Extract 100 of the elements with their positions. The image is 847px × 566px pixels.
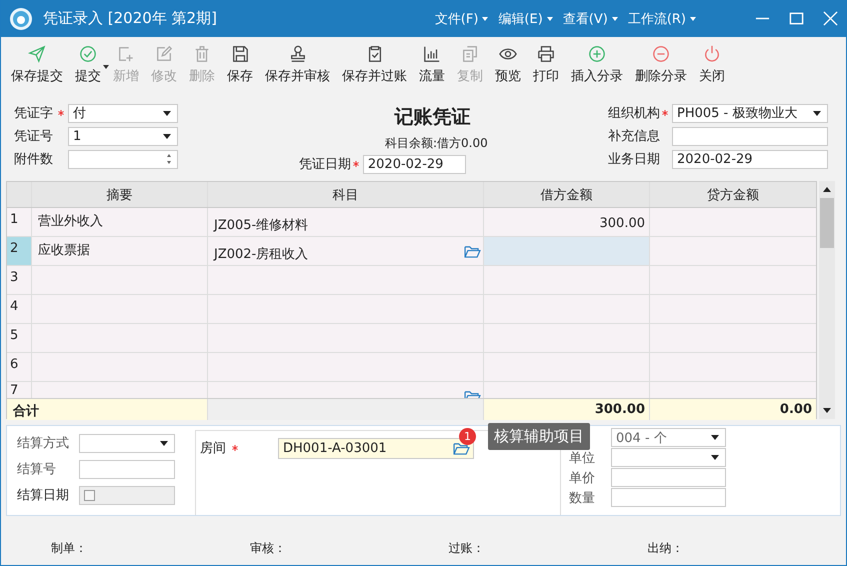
folder-icon[interactable] xyxy=(464,245,481,258)
required-icon xyxy=(58,110,64,116)
maximize-icon[interactable] xyxy=(789,11,804,26)
toolbar-button[interactable]: 关闭 xyxy=(693,45,731,85)
scrollbar[interactable] xyxy=(819,181,835,419)
scrollbar-thumb[interactable] xyxy=(820,198,834,248)
menu-item[interactable]: 工作流(R) xyxy=(626,10,688,28)
field-label: 凭证号 xyxy=(14,128,54,145)
toolbar-button[interactable]: 保存 xyxy=(221,45,259,85)
toolbar-button[interactable]: 插入分录 xyxy=(565,45,629,85)
close-icon[interactable] xyxy=(823,11,838,26)
minus-circle-icon xyxy=(652,45,670,63)
tooltip: 核算辅助项目 xyxy=(488,423,590,450)
save-icon xyxy=(231,45,249,63)
toolbar-button[interactable]: 删除分录 xyxy=(629,45,693,85)
dropdown[interactable]: PH005 - 极致物业大 xyxy=(672,104,828,122)
field-label: 附件数 xyxy=(14,151,54,168)
bar-chart-icon xyxy=(423,45,441,63)
signature-label: 过账： xyxy=(448,540,486,557)
caret-icon xyxy=(612,16,618,20)
field-label: 数量 xyxy=(569,490,596,506)
total-credit: 0.00 xyxy=(778,401,813,419)
toolbar-button[interactable]: 保存并审核 xyxy=(259,45,336,85)
checkbox[interactable] xyxy=(84,490,95,500)
column-header[interactable]: 借方金额 xyxy=(484,182,650,207)
balance-text: 科目余额:借方0.00 xyxy=(385,135,488,152)
notification-badge: 1 xyxy=(459,428,476,445)
table-cell-text: JZ002-房租收入 xyxy=(214,246,308,263)
window-title: 凭证录入 [2020年 第2期] xyxy=(43,9,218,28)
total-debit: 300.00 xyxy=(484,399,650,420)
dropdown[interactable]: 004 - 个 xyxy=(611,428,726,447)
dropdown[interactable] xyxy=(611,448,726,467)
input-field[interactable] xyxy=(611,488,726,507)
required-icon xyxy=(352,161,359,167)
dropdown[interactable]: 1 xyxy=(68,126,178,146)
add-page-icon xyxy=(117,45,135,63)
input-field[interactable] xyxy=(672,126,828,146)
field-label: 补充信息 xyxy=(608,128,660,145)
trash-icon xyxy=(193,45,211,63)
caret-icon xyxy=(690,16,696,20)
row-number: 4 xyxy=(7,295,32,323)
signature-label: 审核： xyxy=(250,540,287,557)
row-number: 5 xyxy=(7,324,32,352)
field-label: 单位 xyxy=(569,450,596,466)
toolbar-button[interactable]: 提交 xyxy=(69,45,107,85)
dropdown-arrow-icon xyxy=(163,110,171,116)
caret-icon[interactable] xyxy=(103,65,109,69)
plus-circle-icon xyxy=(588,45,606,63)
copy-icon xyxy=(461,45,479,63)
number-field[interactable] xyxy=(68,150,178,168)
field-label: 单价 xyxy=(569,470,596,486)
input-field[interactable]: 2020-02-29 xyxy=(672,150,828,168)
toolbar-button[interactable]: 流量 xyxy=(413,45,451,85)
input-field[interactable] xyxy=(611,468,726,487)
dropdown-arrow-icon xyxy=(163,134,171,138)
dropdown-arrow-icon xyxy=(711,455,719,460)
menu-item[interactable]: 查看(V) xyxy=(560,10,610,28)
folder-icon[interactable] xyxy=(453,442,470,454)
column-header[interactable]: 摘要 xyxy=(32,182,208,207)
field-label: 结算方式 xyxy=(17,435,70,452)
field-label: 业务日期 xyxy=(608,151,660,168)
row-number: 1 xyxy=(7,208,32,236)
field-label: 结算号 xyxy=(17,461,57,478)
menu-item[interactable]: 文件(F) xyxy=(432,10,480,28)
table-cell: 300.00 xyxy=(484,208,650,236)
input-field[interactable] xyxy=(79,460,175,478)
column-header[interactable]: 贷方金额 xyxy=(650,182,816,207)
dropdown-arrow-icon xyxy=(160,440,168,446)
app-logo-icon xyxy=(9,6,33,30)
dropdown-arrow-icon xyxy=(711,435,719,440)
date-field[interactable]: 2020-02-29 xyxy=(362,154,466,174)
required-icon xyxy=(662,110,668,116)
check-circle-icon xyxy=(79,45,97,63)
stamp-icon xyxy=(288,45,306,63)
voucher-title: 记账凭证 xyxy=(394,105,470,130)
scroll-down-icon[interactable] xyxy=(823,408,831,413)
dropdown[interactable] xyxy=(79,434,175,452)
toolbar-button[interactable]: 保存提交 xyxy=(5,45,69,85)
row-number: 2 xyxy=(7,237,32,265)
scroll-up-icon[interactable] xyxy=(823,187,831,192)
toolbar-button[interactable]: 打印 xyxy=(527,45,565,85)
field-label: 房间 xyxy=(200,440,227,457)
toolbar-button[interactable]: 预览 xyxy=(489,45,527,85)
signature-label: 制单： xyxy=(51,540,88,557)
caret-icon xyxy=(546,16,553,20)
paper-plane-icon xyxy=(28,45,46,63)
dropdown[interactable]: 付 xyxy=(68,104,178,122)
row-number: 3 xyxy=(7,266,32,294)
column-header[interactable]: 科目 xyxy=(208,182,484,207)
field-label: 凭证字 xyxy=(14,105,54,122)
required-icon xyxy=(232,445,238,451)
table-cell: 应收票据 xyxy=(32,237,208,265)
menu-item[interactable]: 编辑(E) xyxy=(496,10,545,28)
field-label: 凭证日期 xyxy=(298,156,351,173)
field-label: 组织机构 xyxy=(608,105,660,122)
printer-icon xyxy=(537,45,555,63)
row-number: 6 xyxy=(7,353,32,381)
signature-label: 出纳： xyxy=(647,540,684,557)
toolbar-button[interactable]: 保存并过账 xyxy=(336,45,413,85)
edit-icon xyxy=(155,45,173,63)
